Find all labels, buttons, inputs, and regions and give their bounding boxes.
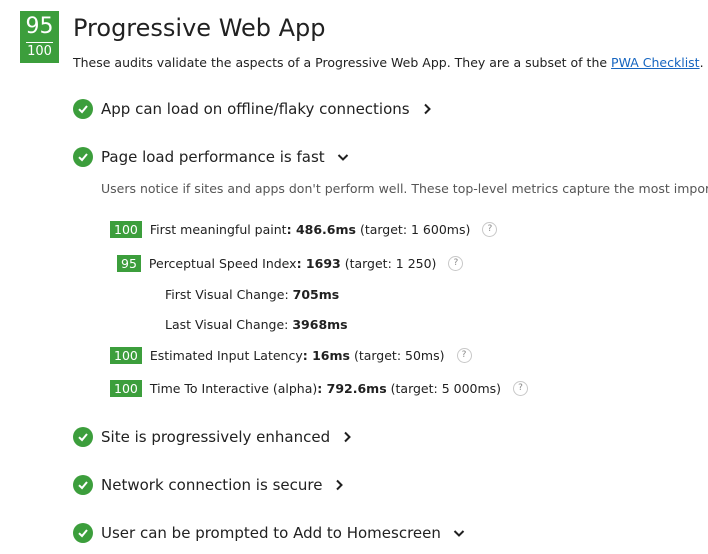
audit-label: Site is progressively enhanced <box>101 428 331 446</box>
metric-value-label: : 486.6ms <box>286 221 356 237</box>
help-icon[interactable]: ? <box>448 255 464 271</box>
pwa-checklist-link[interactable]: PWA Checklist <box>611 55 700 70</box>
description-text: These audits validate the aspects of a P… <box>73 55 612 70</box>
metric-value: 486.6ms <box>295 221 356 237</box>
metric-target: (target: 1 250) <box>344 255 437 271</box>
metric-score: 100 <box>110 220 142 238</box>
category-title: Progressive Web App <box>73 14 326 42</box>
pass-check-icon <box>73 427 93 447</box>
help-icon[interactable]: ? <box>482 221 498 237</box>
sub-metric-first-visual-change: First Visual Change: 705ms <box>165 287 340 302</box>
chevron-down-icon[interactable] <box>453 528 465 538</box>
audit-label: App can load on offline/flaky connection… <box>101 100 410 118</box>
category-score: 95 <box>25 14 54 39</box>
metric-name: Time To Interactive (alpha) <box>149 380 318 396</box>
audit-label: Network connection is secure <box>101 476 323 494</box>
metric-name: First meaningful paint <box>149 221 287 237</box>
sub-metric-value: 705ms <box>292 287 340 302</box>
description-suffix: . <box>699 55 704 70</box>
metric-estimated-input-latency: 100 Estimated Input Latency: 16ms (targe… <box>110 346 472 364</box>
pass-check-icon <box>73 99 93 119</box>
metric-first-meaningful-paint: 100 First meaningful paint: 486.6ms (tar… <box>110 220 498 238</box>
metric-score: 95 <box>117 254 141 272</box>
category-score-total: 100 <box>27 44 52 59</box>
pass-check-icon <box>73 475 93 495</box>
metric-value: 792.6ms <box>326 380 387 396</box>
category-description: These audits validate the aspects of a P… <box>73 55 704 70</box>
sub-metric-name: Last Visual Change <box>165 317 285 332</box>
metric-value-label: : 16ms <box>302 347 350 363</box>
metric-value: 1693 <box>305 255 341 271</box>
metric-time-to-interactive: 100 Time To Interactive (alpha): 792.6ms… <box>110 379 529 397</box>
chevron-down-icon[interactable] <box>337 152 349 162</box>
metric-value: 16ms <box>312 347 350 363</box>
chevron-right-icon[interactable] <box>334 479 344 491</box>
sub-metric-last-visual-change: Last Visual Change: 3968ms <box>165 317 348 332</box>
audit-add-to-homescreen[interactable]: User can be prompted to Add to Homescree… <box>73 522 465 544</box>
pass-check-icon <box>73 147 93 167</box>
pass-check-icon <box>73 523 93 543</box>
audit-network-secure[interactable]: Network connection is secure <box>73 474 344 496</box>
audit-label: Page load performance is fast <box>101 148 325 166</box>
metric-name: Estimated Input Latency <box>149 347 303 363</box>
help-icon[interactable]: ? <box>456 347 472 363</box>
metric-value-label: : 792.6ms <box>317 380 387 396</box>
metric-score: 100 <box>110 379 142 397</box>
audit-label: User can be prompted to Add to Homescree… <box>101 524 441 542</box>
sub-metric-name: First Visual Change <box>165 287 285 302</box>
metric-perceptual-speed-index: 95 Perceptual Speed Index: 1693 (target:… <box>117 254 464 272</box>
metric-target: (target: 50ms) <box>353 347 445 363</box>
sub-metric-value: 3968ms <box>292 317 348 332</box>
chevron-right-icon[interactable] <box>422 103 432 115</box>
metric-name: Perceptual Speed Index <box>148 255 297 271</box>
perf-description: Users notice if sites and apps don't per… <box>101 181 708 196</box>
audit-page-load-performance[interactable]: Page load performance is fast <box>73 146 349 168</box>
audit-offline[interactable]: App can load on offline/flaky connection… <box>73 98 432 120</box>
chevron-right-icon[interactable] <box>342 431 352 443</box>
metric-score: 100 <box>110 346 142 364</box>
metric-target: (target: 1 600ms) <box>359 221 471 237</box>
metric-target: (target: 5 000ms) <box>390 380 502 396</box>
category-score-badge: 95 100 <box>20 11 59 63</box>
help-icon[interactable]: ? <box>513 380 529 396</box>
audit-progressively-enhanced[interactable]: Site is progressively enhanced <box>73 426 352 448</box>
metric-value-label: : 1693 <box>296 255 341 271</box>
